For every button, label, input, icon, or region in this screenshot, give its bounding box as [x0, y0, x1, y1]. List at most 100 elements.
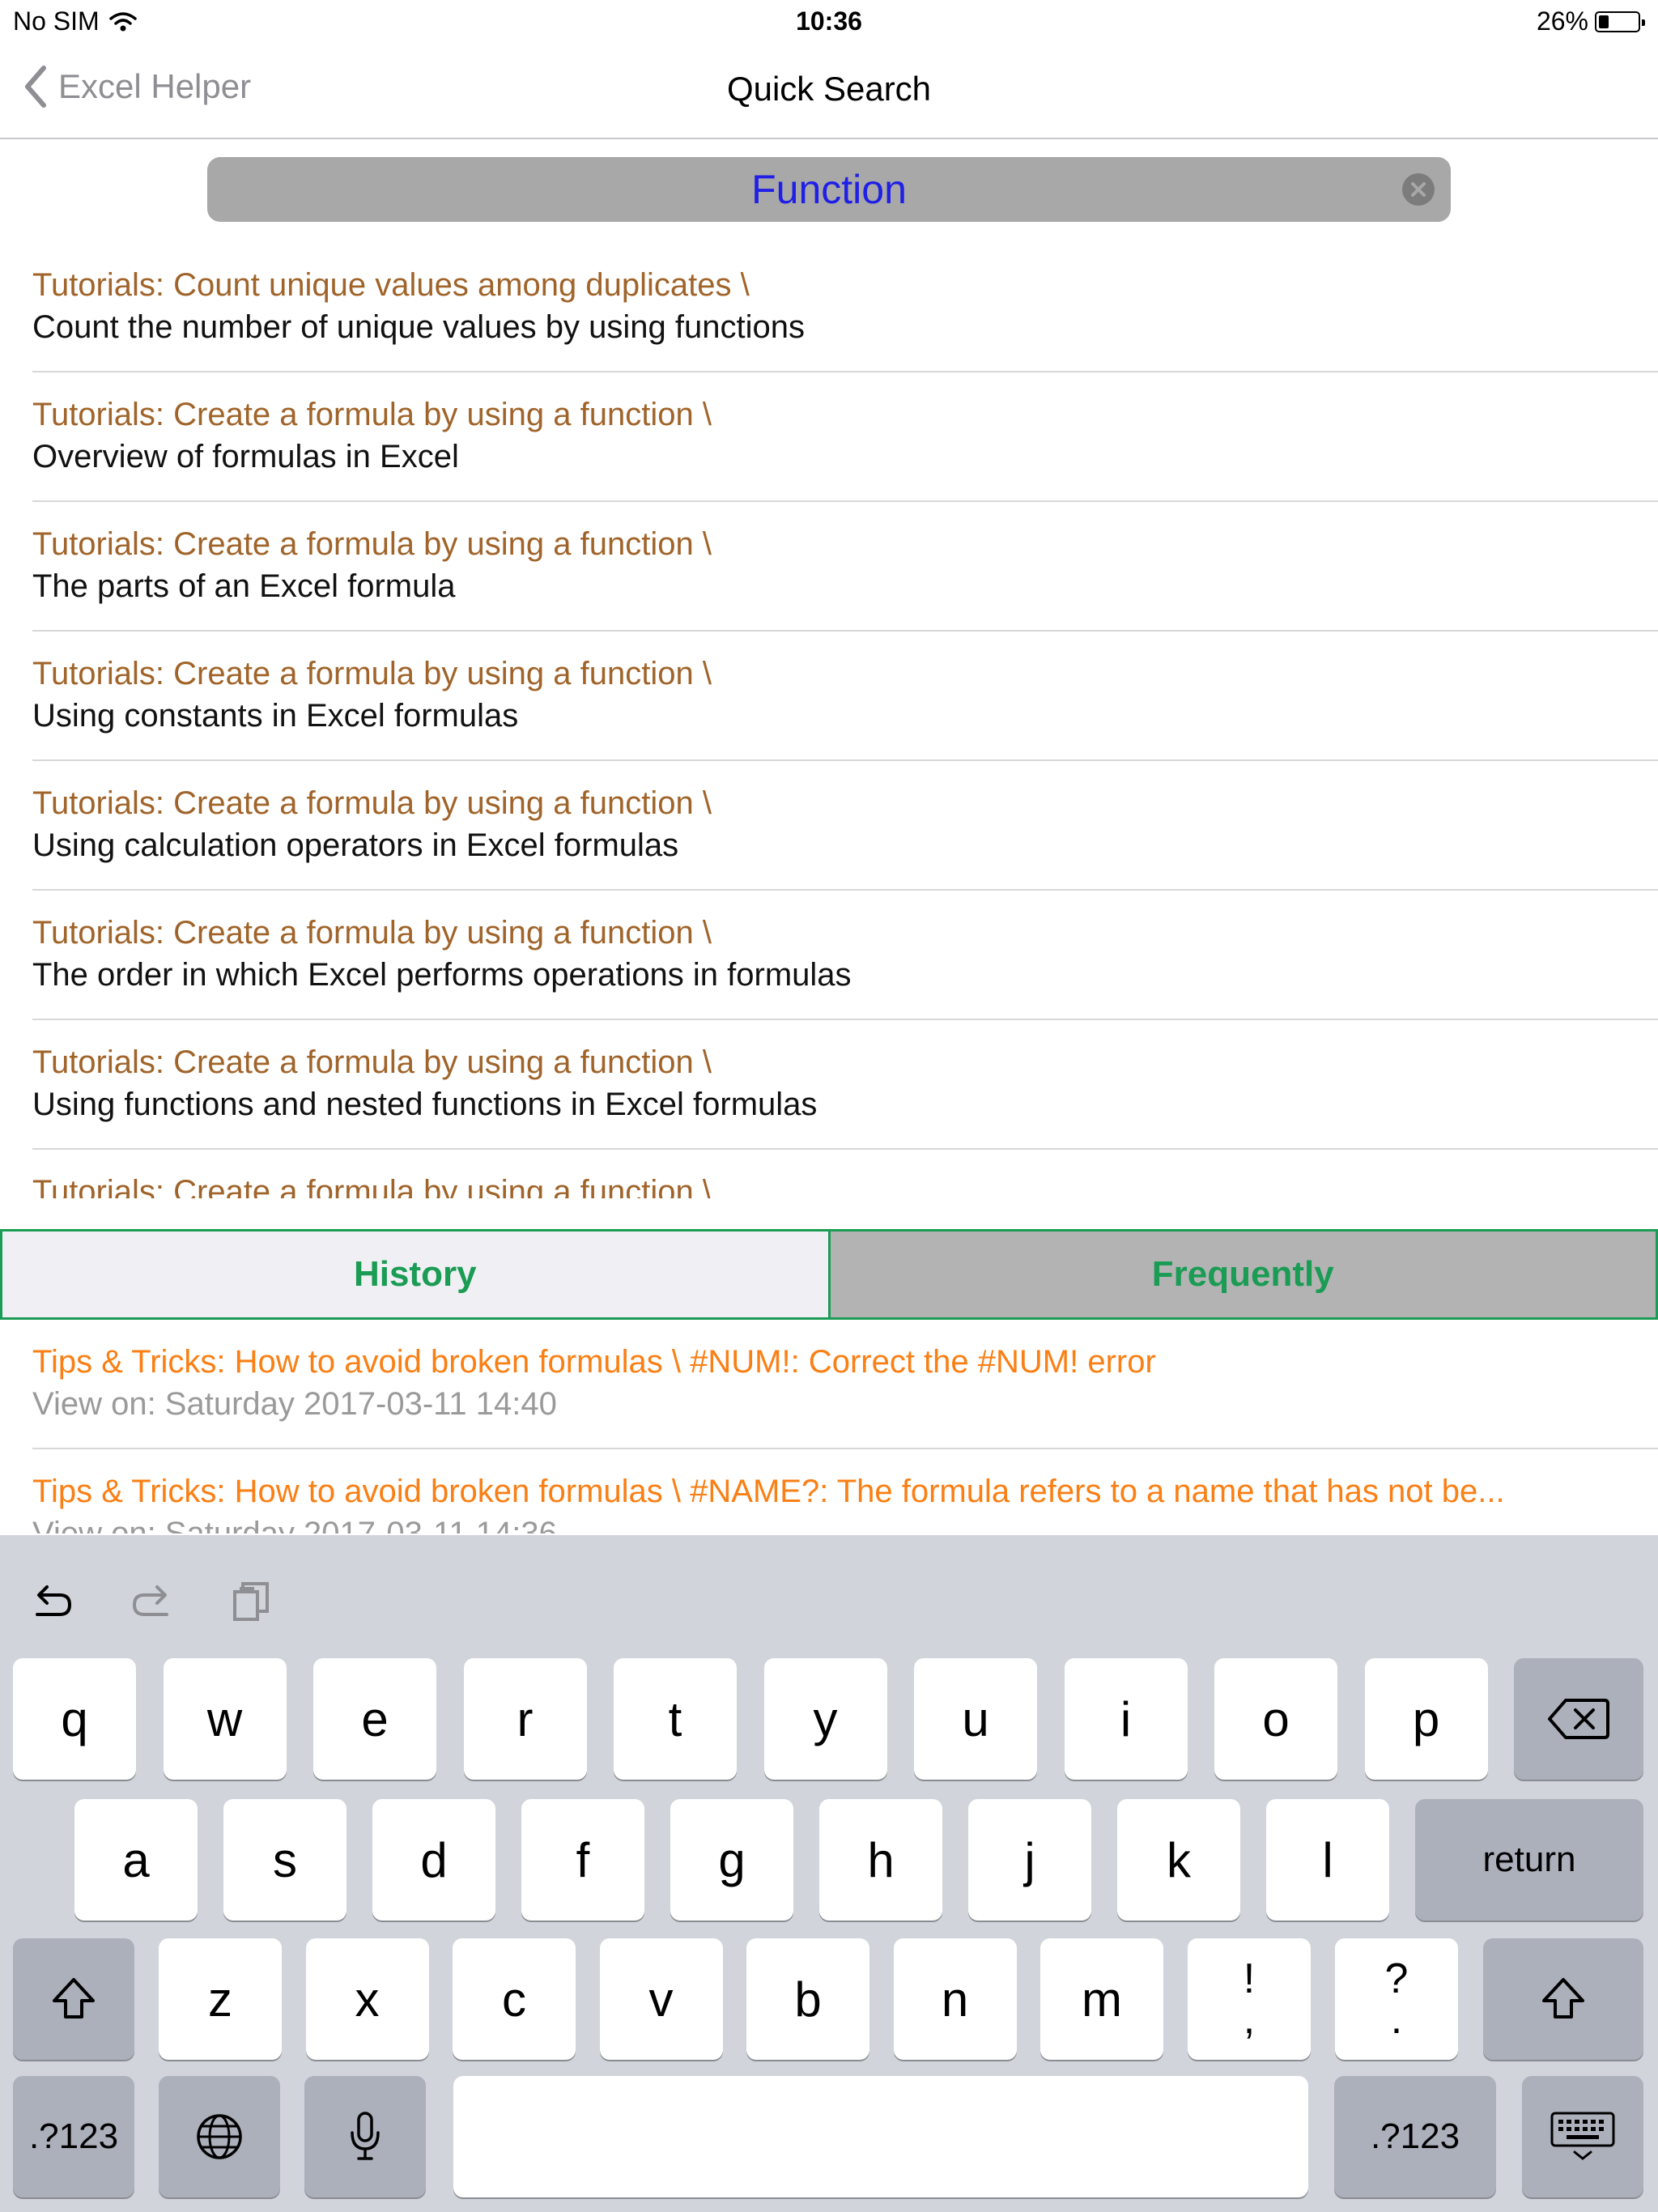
- result-subtitle: Using functions and nested functions in …: [32, 1087, 818, 1122]
- delete-key[interactable]: [1514, 1658, 1643, 1780]
- tab-history[interactable]: History: [2, 1231, 831, 1317]
- result-row[interactable]: Tutorials: Count unique values among dup…: [0, 243, 1658, 372]
- key-u[interactable]: u: [914, 1658, 1037, 1780]
- history-timestamp: View on: Saturday 2017-03-11 14:36: [32, 1516, 557, 1534]
- result-text: Tutorials: Create a formula by using a f…: [32, 1041, 1658, 1125]
- key-secondary: .: [1390, 1996, 1403, 2043]
- key-m[interactable]: m: [1040, 1938, 1163, 2060]
- key-primary: ?: [1384, 1955, 1409, 2002]
- microphone-icon: [351, 2112, 380, 2160]
- result-text: Tutorials: Create a formula by using a f…: [32, 523, 1658, 607]
- key-j[interactable]: j: [968, 1799, 1091, 1921]
- key-i[interactable]: i: [1064, 1658, 1188, 1780]
- key-y[interactable]: y: [763, 1658, 887, 1780]
- key-b[interactable]: b: [746, 1938, 869, 2060]
- result-title: Tutorials: Create a formula by using a f…: [32, 915, 712, 951]
- key-r[interactable]: r: [463, 1658, 587, 1780]
- key-primary: !: [1243, 1955, 1256, 2002]
- shift-icon: [53, 1978, 95, 2018]
- search-results-list: Tutorials: Count unique values among dup…: [0, 243, 1658, 1198]
- hide-keyboard-key[interactable]: [1522, 2076, 1643, 2197]
- result-row[interactable]: Tutorials: Create a formula by using a f…: [0, 761, 1658, 891]
- result-subtitle: Overview of formulas in Excel: [32, 439, 459, 474]
- delete-icon: [1548, 1699, 1609, 1739]
- history-timestamp: View on: Saturday 2017-03-11 14:40: [32, 1386, 557, 1422]
- history-row[interactable]: Tips & Tricks: How to avoid broken formu…: [0, 1320, 1658, 1449]
- key-h[interactable]: h: [819, 1799, 942, 1921]
- key-g[interactable]: g: [670, 1799, 793, 1921]
- undo-icon[interactable]: [28, 1577, 76, 1626]
- battery-percent: 26%: [1536, 6, 1588, 36]
- dictation-key[interactable]: [304, 2076, 426, 2197]
- result-row[interactable]: Tutorials: Create a formula by using a f…: [0, 1150, 1658, 1198]
- key-a[interactable]: a: [74, 1799, 198, 1921]
- key-o[interactable]: o: [1214, 1658, 1337, 1780]
- key-v[interactable]: v: [599, 1938, 723, 2060]
- key-x[interactable]: x: [305, 1938, 429, 2060]
- result-row[interactable]: Tutorials: Create a formula by using a f…: [0, 632, 1658, 761]
- keyboard: q w e r t y u i o p a s d f g h j k l return z x c v b n m!,?. .?12…: [0, 1535, 1658, 2212]
- key-z[interactable]: z: [159, 1938, 282, 2060]
- key-question-period[interactable]: ?.: [1335, 1938, 1458, 2060]
- status-right: 26%: [1536, 6, 1645, 36]
- result-row[interactable]: Tutorials: Create a formula by using a f…: [0, 891, 1658, 1020]
- search-field: [207, 157, 1451, 222]
- key-p[interactable]: p: [1364, 1658, 1488, 1780]
- result-title: Tutorials: Create a formula by using a f…: [32, 656, 712, 691]
- result-title: Tutorials: Create a formula by using a f…: [32, 526, 712, 562]
- return-key[interactable]: return: [1415, 1799, 1643, 1921]
- key-e[interactable]: e: [313, 1658, 436, 1780]
- key-f[interactable]: f: [521, 1799, 644, 1921]
- numbers-key-right[interactable]: .?123: [1334, 2076, 1496, 2197]
- key-secondary: ,: [1243, 1996, 1256, 2043]
- key-exclaim-comma[interactable]: !,: [1188, 1938, 1311, 2060]
- result-text: Tutorials: Create a formula by using a f…: [32, 653, 1658, 737]
- result-title: Tutorials: Create a formula by using a f…: [32, 397, 712, 432]
- key-q[interactable]: q: [13, 1658, 136, 1780]
- key-l[interactable]: l: [1266, 1799, 1389, 1921]
- globe-key[interactable]: [159, 2076, 280, 2197]
- page-title: Quick Search: [726, 70, 932, 108]
- result-row[interactable]: Tutorials: Create a formula by using a f…: [0, 502, 1658, 632]
- shift-right-key[interactable]: [1483, 1938, 1643, 2060]
- redo-icon[interactable]: [128, 1577, 176, 1626]
- close-icon: [1411, 182, 1426, 197]
- result-text: Tutorials: Create a formula by using a f…: [32, 1171, 1658, 1198]
- key-k[interactable]: k: [1117, 1799, 1240, 1921]
- key-t[interactable]: t: [614, 1658, 737, 1780]
- battery-icon: [1595, 11, 1645, 32]
- shift-icon: [1542, 1978, 1584, 2018]
- history-row[interactable]: Tips & Tricks: How to avoid broken formu…: [0, 1449, 1658, 1534]
- key-d[interactable]: d: [372, 1799, 495, 1921]
- result-subtitle: The parts of an Excel formula: [32, 568, 456, 604]
- result-row[interactable]: Tutorials: Create a formula by using a f…: [0, 372, 1658, 502]
- key-n[interactable]: n: [893, 1938, 1017, 2060]
- key-c[interactable]: c: [453, 1938, 576, 2060]
- search-input[interactable]: [207, 157, 1451, 222]
- navigation-bar: Excel Helper Quick Search: [0, 45, 1658, 139]
- status-bar: No SIM 10:36 26%: [0, 0, 1658, 45]
- globe-icon: [197, 2114, 242, 2159]
- result-title: Tutorials: Create a formula by using a f…: [32, 1044, 712, 1080]
- result-text: Tutorials: Create a formula by using a f…: [32, 912, 1658, 996]
- result-subtitle: Count the number of unique values by usi…: [32, 309, 805, 345]
- history-title: Tips & Tricks: How to avoid broken formu…: [32, 1474, 1505, 1509]
- result-row[interactable]: Tutorials: Create a formula by using a f…: [0, 1020, 1658, 1150]
- result-text: Tutorials: Count unique values among dup…: [32, 264, 1658, 348]
- shift-left-key[interactable]: [13, 1938, 134, 2060]
- result-subtitle: Using calculation operators in Excel for…: [32, 827, 679, 863]
- keyboard-hide-icon: [1550, 2112, 1615, 2160]
- result-title: Tutorials: Create a formula by using a f…: [32, 1174, 712, 1198]
- numbers-key-left[interactable]: .?123: [13, 2076, 134, 2197]
- clear-search-icon[interactable]: [1402, 173, 1435, 206]
- result-subtitle: The order in which Excel performs operat…: [32, 957, 852, 993]
- tab-bar: History Frequently: [0, 1229, 1658, 1320]
- space-key[interactable]: [453, 2076, 1308, 2197]
- tab-frequently[interactable]: Frequently: [830, 1231, 1656, 1317]
- key-s[interactable]: s: [223, 1799, 346, 1921]
- paste-icon[interactable]: [228, 1577, 277, 1626]
- clock: 10:36: [796, 6, 862, 36]
- key-w[interactable]: w: [163, 1658, 287, 1780]
- history-title: Tips & Tricks: How to avoid broken formu…: [32, 1344, 1156, 1380]
- result-subtitle: Using constants in Excel formulas: [32, 698, 519, 734]
